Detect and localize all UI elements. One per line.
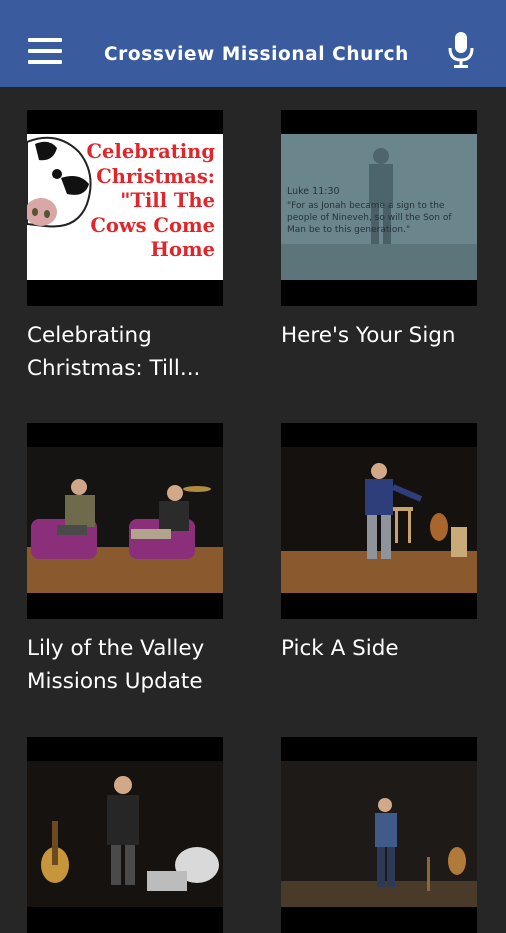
thumbnail-image — [27, 447, 223, 593]
app-title: Crossview Missional Church — [104, 44, 409, 65]
thumbnail-image — [281, 761, 477, 907]
thumbnail-image — [27, 761, 223, 907]
video-title[interactable]: Celebrating Christmas: Till... — [27, 319, 237, 385]
video-thumbnail[interactable]: Luke 11:30 "For as Jonah became a sign t… — [281, 110, 477, 306]
speaker-scene — [281, 761, 477, 907]
speaker-scene — [281, 447, 477, 593]
thumbnail-image: Luke 11:30 "For as Jonah became a sign t… — [281, 134, 477, 280]
interview-scene — [27, 447, 223, 593]
video-title[interactable]: Lily of the Valley Missions Update — [27, 632, 237, 698]
thumbnail-verse-ref: Luke 11:30 — [287, 186, 340, 197]
thumbnail-verse-text: "For as Jonah became a sign to the peopl… — [287, 201, 452, 235]
video-title[interactable]: Here's Your Sign — [281, 319, 491, 352]
video-title[interactable]: Pick A Side — [281, 632, 491, 665]
app-bar: Crossview Missional Church — [0, 0, 506, 87]
thumbnail-caption: Celebrating Christmas: "Till The Cows Co… — [86, 140, 215, 261]
speaker-scene — [27, 761, 223, 907]
video-thumbnail[interactable] — [281, 737, 477, 933]
video-thumbnail[interactable] — [27, 737, 223, 933]
menu-icon[interactable] — [28, 38, 62, 66]
thumbnail-image — [281, 447, 477, 593]
video-thumbnail[interactable] — [27, 423, 223, 619]
microphone-icon[interactable] — [446, 31, 476, 69]
video-thumbnail[interactable]: Celebrating Christmas: "Till The Cows Co… — [27, 110, 223, 306]
thumbnail-image: Celebrating Christmas: "Till The Cows Co… — [27, 134, 223, 280]
video-thumbnail[interactable] — [281, 423, 477, 619]
